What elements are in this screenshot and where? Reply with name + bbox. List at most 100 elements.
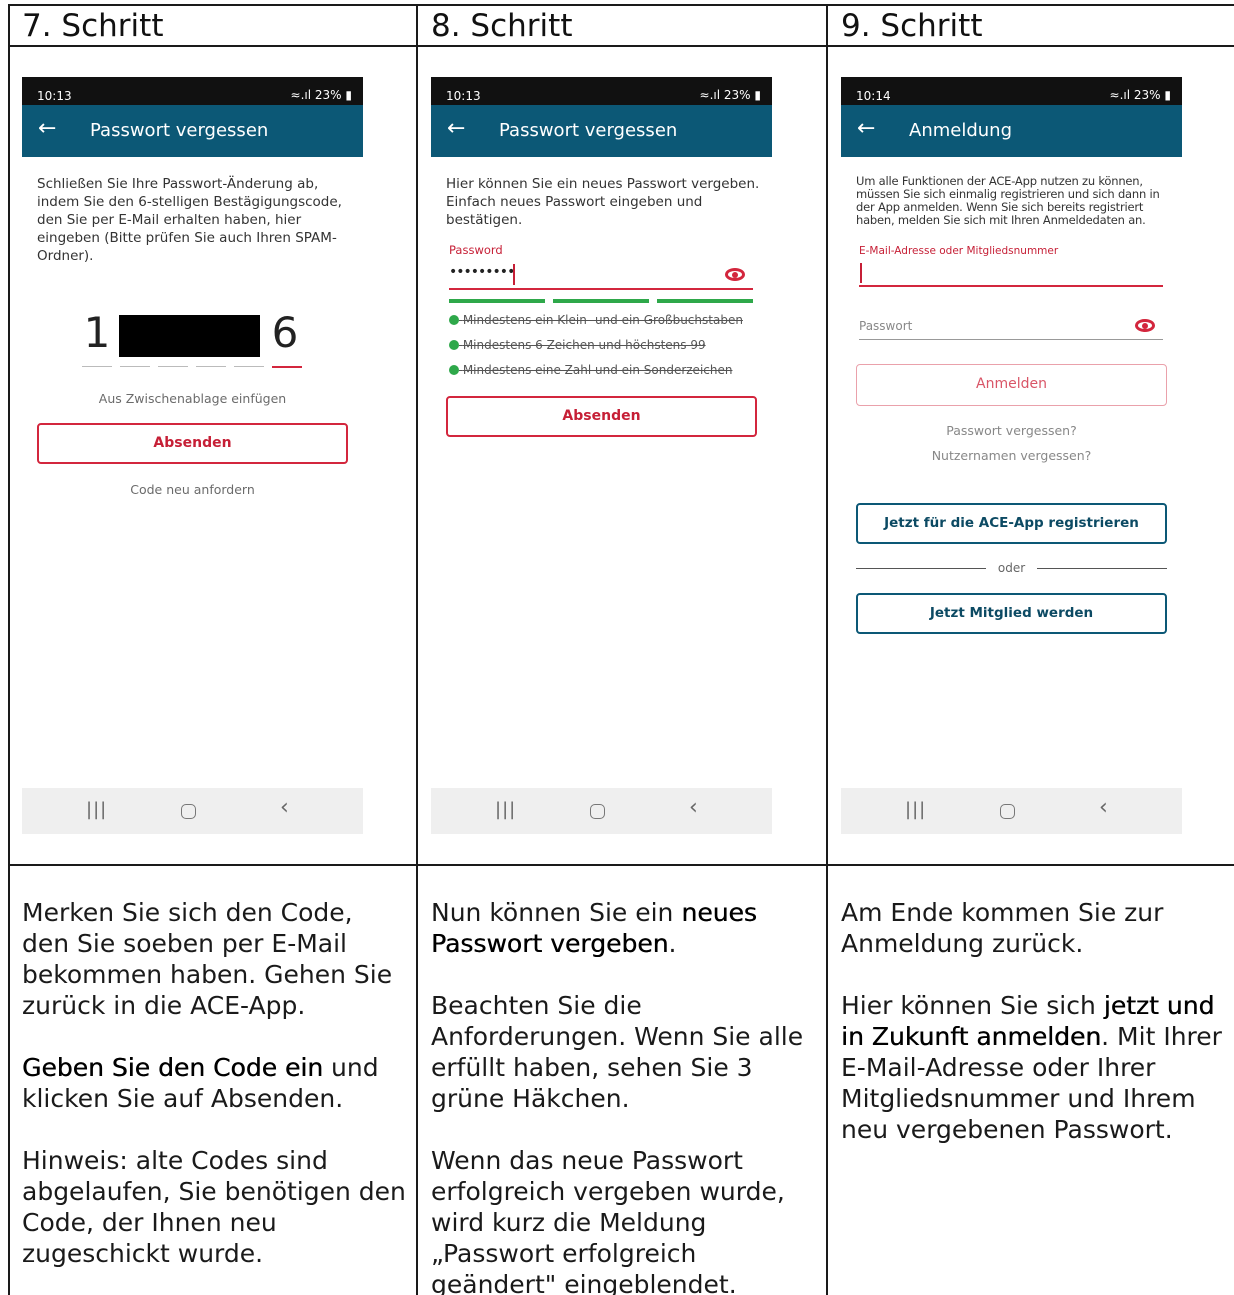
back-arrow-icon[interactable]: ← [38, 116, 56, 142]
home-icon[interactable] [1000, 804, 1015, 819]
request-new-code-link[interactable]: Code neu anfordern [22, 482, 363, 497]
rule-item: Mindestens ein Klein- und ein Großbuchst… [449, 313, 759, 338]
code-input[interactable]: 1 6 [82, 307, 304, 369]
status-time: 10:13 [37, 89, 72, 103]
eye-icon[interactable] [1135, 319, 1155, 332]
caption-paragraph: Nun können Sie ein neues Passwort vergeb… [431, 898, 757, 958]
rule-item: Mindestens eine Zahl und ein Sonderzeich… [449, 363, 759, 388]
status-battery: ≈.ıl 23% ▮ [700, 88, 761, 102]
app-bar-title: Passwort vergessen [90, 120, 269, 141]
caption-paragraph: Am Ende kommen Sie zur Anmeldung zurück. [841, 898, 1164, 958]
submit-button[interactable]: Absenden [446, 396, 757, 437]
email-label: E-Mail-Adresse oder Mitgliedsnummer [859, 245, 1059, 257]
text-cursor [513, 264, 515, 285]
password-rules-list: Mindestens ein Klein- und ein Großbuchst… [449, 313, 759, 388]
password-input[interactable]: Passwort [859, 312, 1163, 340]
status-bar: 10:13 ≈.ıl 23% ▮ [22, 77, 363, 105]
code-redaction [119, 315, 260, 357]
status-bar: 10:14 ≈.ıl 23% ▮ [841, 77, 1182, 105]
header-step-8: 8. Schritt [431, 8, 573, 44]
column-divider-2 [826, 4, 828, 1295]
battery-percent: 23% [723, 88, 751, 102]
header-step-9: 9. Schritt [841, 8, 983, 44]
eye-icon[interactable] [725, 268, 745, 281]
android-nav-bar: ||| ‹ [431, 788, 772, 834]
password-input[interactable]: ••••••••• [449, 262, 753, 290]
nav-back-icon[interactable]: ‹ [689, 797, 698, 819]
android-nav-bar: ||| ‹ [841, 788, 1182, 834]
forgot-password-link[interactable]: Passwort vergessen? [841, 423, 1182, 438]
nav-back-icon[interactable]: ‹ [1099, 797, 1108, 819]
paste-from-clipboard-link[interactable]: Aus Zwischenablage einfügen [22, 391, 363, 406]
caption-paragraph: Hier können Sie sich jetzt und in Zukunf… [841, 991, 1222, 1144]
check-icon [449, 315, 459, 325]
battery-icon: ▮ [750, 88, 761, 102]
intro-text: Hier können Sie ein neues Passwort verge… [446, 176, 760, 228]
check-icon [449, 365, 459, 375]
app-bar: ← Passwort vergessen [431, 105, 772, 157]
header-divider [8, 45, 1234, 47]
signal-icon: ≈.ıl [1109, 88, 1134, 102]
table-left-border [8, 4, 10, 1295]
phone-screenshot-step-9: 10:14 ≈.ıl 23% ▮ ← Anmeldung Um alle Fun… [841, 77, 1182, 834]
app-bar-title: Passwort vergessen [499, 120, 678, 141]
code-digit-1: 1 [83, 308, 111, 357]
register-button[interactable]: Jetzt für die ACE-App registrieren [856, 503, 1167, 544]
battery-percent: 23% [1133, 88, 1161, 102]
caption-emphasis: Geben Sie den Code ein [22, 1053, 324, 1082]
column-divider-1 [416, 4, 418, 1295]
check-icon [449, 340, 459, 350]
phone-screenshot-step-8: 10:13 ≈.ıl 23% ▮ ← Passwort vergessen Hi… [431, 77, 772, 834]
code-underlines [82, 366, 304, 368]
or-divider: oder [856, 561, 1167, 577]
battery-icon: ▮ [341, 88, 352, 102]
caption-step-9: Am Ende kommen Sie zur Anmeldung zurück.… [841, 897, 1225, 1176]
rule-item: Mindestens 6 Zeichen und höchstens 99 [449, 338, 759, 363]
signal-icon: ≈.ıl [290, 88, 315, 102]
signal-icon: ≈.ıl [699, 88, 724, 102]
android-nav-bar: ||| ‹ [22, 788, 363, 834]
password-strength-bar [449, 299, 753, 303]
recent-apps-icon[interactable]: ||| [86, 799, 107, 821]
caption-paragraph: Wenn das neue Passwort erfolgreich verge… [431, 1146, 785, 1295]
app-bar: ← Anmeldung [841, 105, 1182, 157]
login-button[interactable]: Anmelden [856, 364, 1167, 406]
status-time: 10:13 [446, 89, 481, 103]
recent-apps-icon[interactable]: ||| [495, 799, 516, 821]
recent-apps-icon[interactable]: ||| [905, 799, 926, 821]
become-member-button[interactable]: Jetzt Mitglied werden [856, 593, 1167, 634]
status-battery: ≈.ıl 23% ▮ [1110, 88, 1171, 102]
password-value: ••••••••• [449, 264, 515, 280]
caption-paragraph: Hinweis: alte Codes sind abgelaufen, Sie… [22, 1146, 406, 1268]
caption-step-8: Nun können Sie ein neues Passwort vergeb… [431, 897, 817, 1295]
code-digit-6: 6 [271, 308, 299, 357]
home-icon[interactable] [590, 804, 605, 819]
status-time: 10:14 [856, 89, 891, 103]
password-label: Password [449, 243, 503, 257]
caption-paragraph: Merken Sie sich den Code, den Sie soeben… [22, 898, 393, 1020]
caption-paragraph: Beachten Sie die Anforderungen. Wenn Sie… [431, 991, 804, 1113]
text-cursor [860, 263, 862, 283]
password-placeholder: Passwort [859, 319, 913, 333]
caption-paragraph: Geben Sie den Code ein und klicken Sie a… [22, 1053, 379, 1113]
intro-text: Schließen Sie Ihre Passwort-Änderung ab,… [37, 176, 342, 264]
home-icon[interactable] [181, 804, 196, 819]
battery-percent: 23% [314, 88, 342, 102]
row-divider [8, 864, 1234, 866]
battery-icon: ▮ [1160, 88, 1171, 102]
phone-screenshot-step-7: 10:13 ≈.ıl 23% ▮ ← Passwort vergessen Sc… [22, 77, 363, 834]
header-step-7: 7. Schritt [22, 8, 164, 44]
app-bar: ← Passwort vergessen [22, 105, 363, 157]
app-bar-title: Anmeldung [909, 120, 1012, 141]
caption-step-7: Merken Sie sich den Code, den Sie soeben… [22, 897, 407, 1295]
forgot-username-link[interactable]: Nutzernamen vergessen? [841, 448, 1182, 463]
nav-back-icon[interactable]: ‹ [280, 797, 289, 819]
status-battery: ≈.ıl 23% ▮ [291, 88, 352, 102]
table-top-border [8, 4, 1234, 6]
intro-text: Um alle Funktionen der ACE-App nutzen zu… [856, 174, 1160, 227]
status-bar: 10:13 ≈.ıl 23% ▮ [431, 77, 772, 105]
email-input[interactable] [859, 261, 1163, 287]
back-arrow-icon[interactable]: ← [447, 116, 465, 142]
back-arrow-icon[interactable]: ← [857, 116, 875, 142]
submit-button[interactable]: Absenden [37, 423, 348, 464]
